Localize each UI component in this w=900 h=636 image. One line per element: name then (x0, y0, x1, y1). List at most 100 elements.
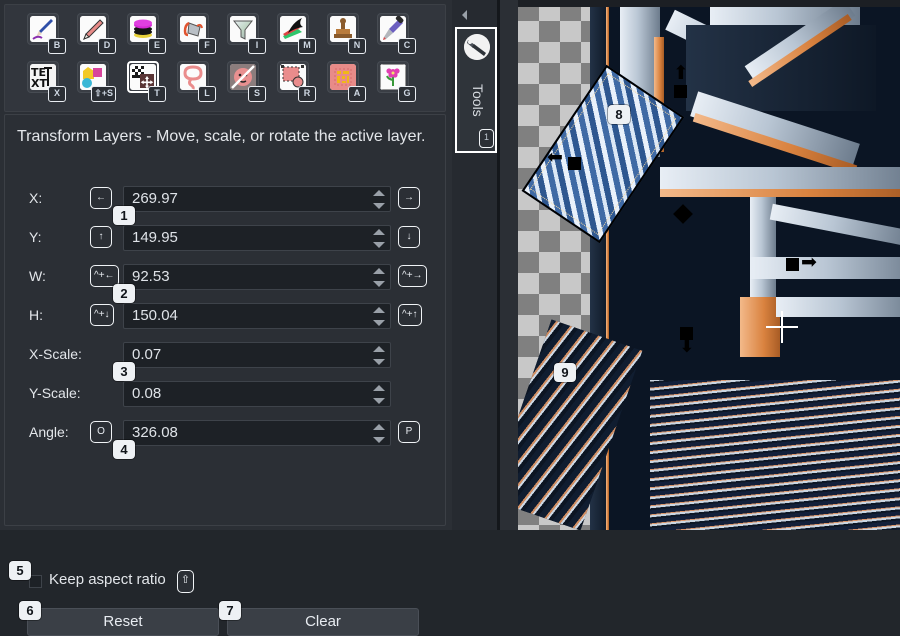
handle-left[interactable] (568, 157, 581, 170)
field-increment-shortcut[interactable]: ^+↑ (398, 304, 422, 326)
tool-cell-bucket-fill-tool: F (177, 13, 216, 54)
tool-cell-shapes-tool: ⇧+S (77, 61, 116, 102)
spinbox-y[interactable]: 149.95 (123, 225, 391, 251)
tool-cell-color-picker-tool: C (377, 13, 416, 54)
tool-cell-smudge-tool: M (277, 13, 316, 54)
dock-tab-strip: Tools 1 (452, 0, 500, 530)
field-label: W: (29, 268, 46, 284)
shortcut-badge: F (198, 38, 216, 54)
shortcut-badge: S (248, 86, 266, 102)
shortcut-badge: L (198, 86, 216, 102)
field-increment-shortcut[interactable]: → (398, 187, 420, 209)
spinner-arrows-icon[interactable] (373, 268, 386, 287)
shortcut-badge: N (348, 38, 366, 54)
shortcut-badge: R (298, 86, 316, 102)
shortcut-badge: D (98, 38, 116, 54)
tool-cell-lasso-tool: L (177, 61, 216, 102)
field-row-y-scale: Y-Scale: 0.08 (5, 380, 447, 410)
hint-badge-8: 8 (608, 105, 630, 124)
handle-right[interactable] (786, 258, 799, 271)
hint-badge-9: 9 (554, 363, 576, 382)
shortcut-badge: ⇧+S (91, 86, 116, 102)
tool-cell-pencil-tool: D (77, 13, 116, 54)
keep-aspect-ratio-checkbox[interactable] (29, 575, 42, 588)
wrench-icon (464, 34, 490, 60)
hint-badge-1: 1 (113, 206, 135, 225)
shortcut-badge: T (148, 86, 166, 102)
spinner-arrows-icon[interactable] (373, 190, 386, 209)
field-increment-shortcut[interactable]: P (398, 421, 420, 443)
field-label: X-Scale: (29, 346, 82, 362)
panel-gutter (502, 0, 518, 530)
spinbox-value: 269.97 (132, 190, 178, 207)
shortcut-badge: X (48, 86, 66, 102)
tool-cell-clone-stamp-tool: N (327, 13, 366, 54)
arrow-down-icon: ⬇ (679, 335, 695, 357)
spinbox-h[interactable]: 150.04 (123, 303, 391, 329)
spinbox-value: 150.04 (132, 307, 178, 324)
tool-row-1: B D E F IM N C (27, 13, 416, 54)
field-increment-shortcut[interactable]: ↓ (398, 226, 420, 248)
keep-aspect-ratio-row[interactable]: 5 Keep aspect ratio ⇧ (5, 561, 447, 597)
keep-aspect-ratio-shortcut: ⇧ (177, 570, 194, 593)
spinbox-angle[interactable]: 326.08 (123, 420, 391, 446)
shortcut-badge: B (48, 38, 66, 54)
tool-palette: B D E F I M N C TE XT X ⇧+S T L S R A G (4, 4, 446, 112)
tool-cell-text-tool: TE XT X (27, 61, 66, 102)
field-row-y: Y: ↑ ↓ 149.95 (5, 224, 447, 254)
spinbox-w[interactable]: 92.53 (123, 264, 391, 290)
arrow-up-icon: ⬆ (673, 62, 689, 84)
spinner-arrows-icon[interactable] (373, 307, 386, 326)
image-canvas[interactable]: 9 ⬆ ⬅ ➡ ⬇ 8 (518, 0, 900, 530)
spinbox-x-scale[interactable]: 0.07 (123, 342, 391, 368)
crosshair-cursor (766, 311, 798, 343)
tool-cell-eraser-tool: E (127, 13, 166, 54)
field-label: Angle: (29, 424, 69, 440)
field-decrement-shortcut[interactable]: ↑ (90, 226, 112, 248)
chevron-left-icon[interactable] (458, 8, 472, 22)
clear-button[interactable]: Clear (227, 608, 419, 636)
spinner-arrows-icon[interactable] (373, 424, 386, 443)
dock-tab-tools[interactable]: Tools 1 (455, 27, 497, 153)
spinbox-x[interactable]: 269.97 (123, 186, 391, 212)
field-row-x-scale: X-Scale: 0.07 3 (5, 341, 447, 381)
field-decrement-shortcut[interactable]: ^+↓ (90, 304, 114, 326)
shortcut-badge: E (148, 38, 166, 54)
handle-top[interactable] (674, 85, 687, 98)
field-decrement-shortcut[interactable]: ← (90, 187, 112, 209)
spinbox-value: 0.08 (132, 385, 162, 402)
spinbox-value: 149.95 (132, 229, 178, 246)
tool-options-panel: B D E F I M N C TE XT X ⇧+S T L S R A G Transform Layers… (0, 0, 450, 636)
keep-aspect-ratio-label: Keep aspect ratio (49, 571, 166, 588)
tool-cell-gradient-tool: G (377, 61, 416, 102)
shortcut-badge: I (248, 38, 266, 54)
dock-tab-tools-shortcut: 1 (479, 129, 494, 148)
svg-text:XT: XT (31, 77, 47, 90)
dock-tab-tools-label: Tools (470, 83, 486, 117)
canvas-top-edge (518, 0, 900, 7)
shortcut-badge: C (398, 38, 416, 54)
panel-divider (497, 0, 500, 530)
reset-button[interactable]: Reset (27, 608, 219, 636)
spinbox-value: 0.07 (132, 346, 162, 363)
tool-description: Transform Layers - Move, scale, or rotat… (17, 128, 426, 145)
tool-cell-rectangle-select-tool: R (277, 61, 316, 102)
spinbox-value: 92.53 (132, 268, 170, 285)
field-decrement-shortcut[interactable]: O (90, 421, 112, 443)
tool-cell-paintbrush-tool: B (27, 13, 66, 54)
field-label: Y: (29, 229, 42, 245)
field-row-h: H: ^+↓ ^+↑ 150.04 (5, 302, 447, 332)
hint-badge-6: 6 (19, 601, 41, 620)
spinner-arrows-icon[interactable] (373, 229, 386, 248)
tool-cell-magic-wand-tool: A (327, 61, 366, 102)
image-editor-window: B D E F I M N C TE XT X ⇧+S T L S R A G Transform Layers… (0, 0, 900, 636)
field-label: Y-Scale: (29, 385, 81, 401)
field-row-x: X: ← → 269.97 1 (5, 185, 447, 225)
tool-options-container: Transform Layers - Move, scale, or rotat… (4, 114, 447, 636)
shortcut-badge: A (348, 86, 366, 102)
spinbox-y-scale[interactable]: 0.08 (123, 381, 391, 407)
tool-cell-smart-select-tool: S (227, 61, 266, 102)
spinner-arrows-icon[interactable] (373, 385, 386, 404)
spinner-arrows-icon[interactable] (373, 346, 386, 365)
field-increment-shortcut[interactable]: ^+→ (398, 265, 427, 287)
